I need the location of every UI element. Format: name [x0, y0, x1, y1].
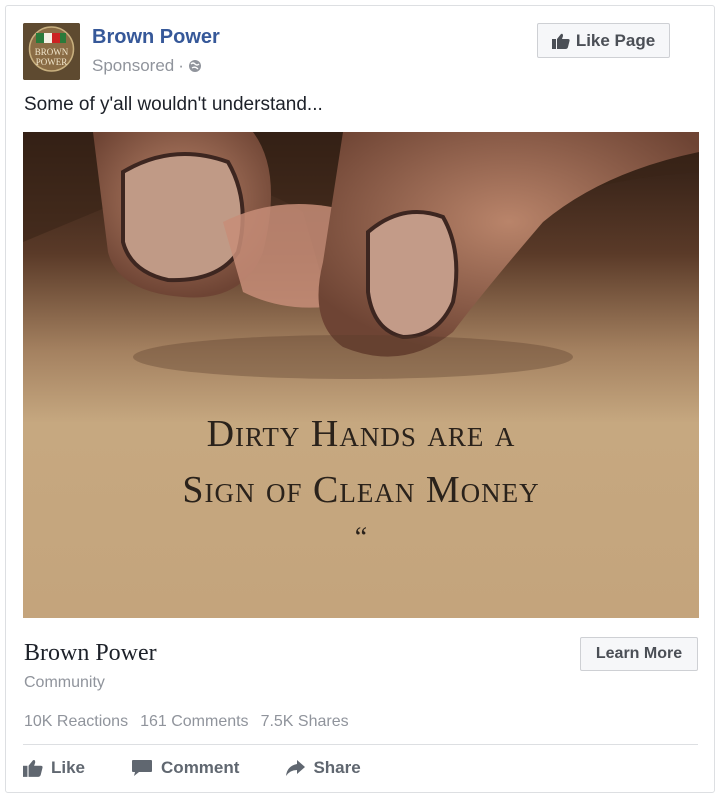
post-image[interactable]: Dirty Hands are a Sign of Clean Money “ [23, 132, 699, 618]
like-page-label: Like Page [575, 30, 656, 50]
learn-more-button[interactable]: Learn More [580, 637, 698, 671]
avatar-text-line1: BROWN [35, 47, 69, 57]
divider [23, 744, 698, 745]
thumbs-up-icon [23, 759, 43, 777]
globe-icon[interactable] [188, 59, 202, 73]
avatar-text-line2: POWER [36, 57, 68, 67]
page-name-link[interactable]: Brown Power [92, 26, 220, 49]
shares-count[interactable]: 7.5K Shares [261, 713, 349, 731]
comment-label: Comment [161, 758, 240, 777]
separator: · [178, 56, 184, 75]
engagement-stats: 10K Reactions 161 Comments 7.5K Shares [24, 713, 349, 731]
share-arrow-icon [286, 760, 306, 776]
comment-button[interactable]: Comment [131, 758, 239, 778]
quote-line-1: Dirty Hands are a [206, 413, 516, 455]
link-title[interactable]: Brown Power [24, 640, 157, 667]
page-avatar[interactable]: BROWN POWER [23, 23, 80, 80]
like-page-button[interactable]: Like Page [537, 23, 670, 58]
share-label: Share [313, 758, 361, 777]
thumbs-up-icon [551, 33, 570, 49]
quote-line-2: Sign of Clean Money [182, 469, 540, 511]
action-bar: Like Comment Share [23, 758, 407, 778]
like-button[interactable]: Like [23, 758, 85, 778]
like-label: Like [51, 758, 86, 777]
sponsored-post-card: BROWN POWER Brown Power Sponsored · Like… [5, 5, 715, 793]
sponsored-row: Sponsored · [92, 56, 202, 76]
reactions-count[interactable]: 10K Reactions [24, 713, 128, 731]
share-button[interactable]: Share [285, 758, 361, 778]
link-subtitle: Community [24, 674, 105, 691]
quote-mark: “ [354, 522, 368, 553]
speech-bubble-icon [132, 760, 153, 776]
sponsored-label[interactable]: Sponsored [92, 56, 174, 76]
post-text: Some of y'all wouldn't understand... [24, 94, 323, 115]
comments-count[interactable]: 161 Comments [140, 713, 249, 731]
